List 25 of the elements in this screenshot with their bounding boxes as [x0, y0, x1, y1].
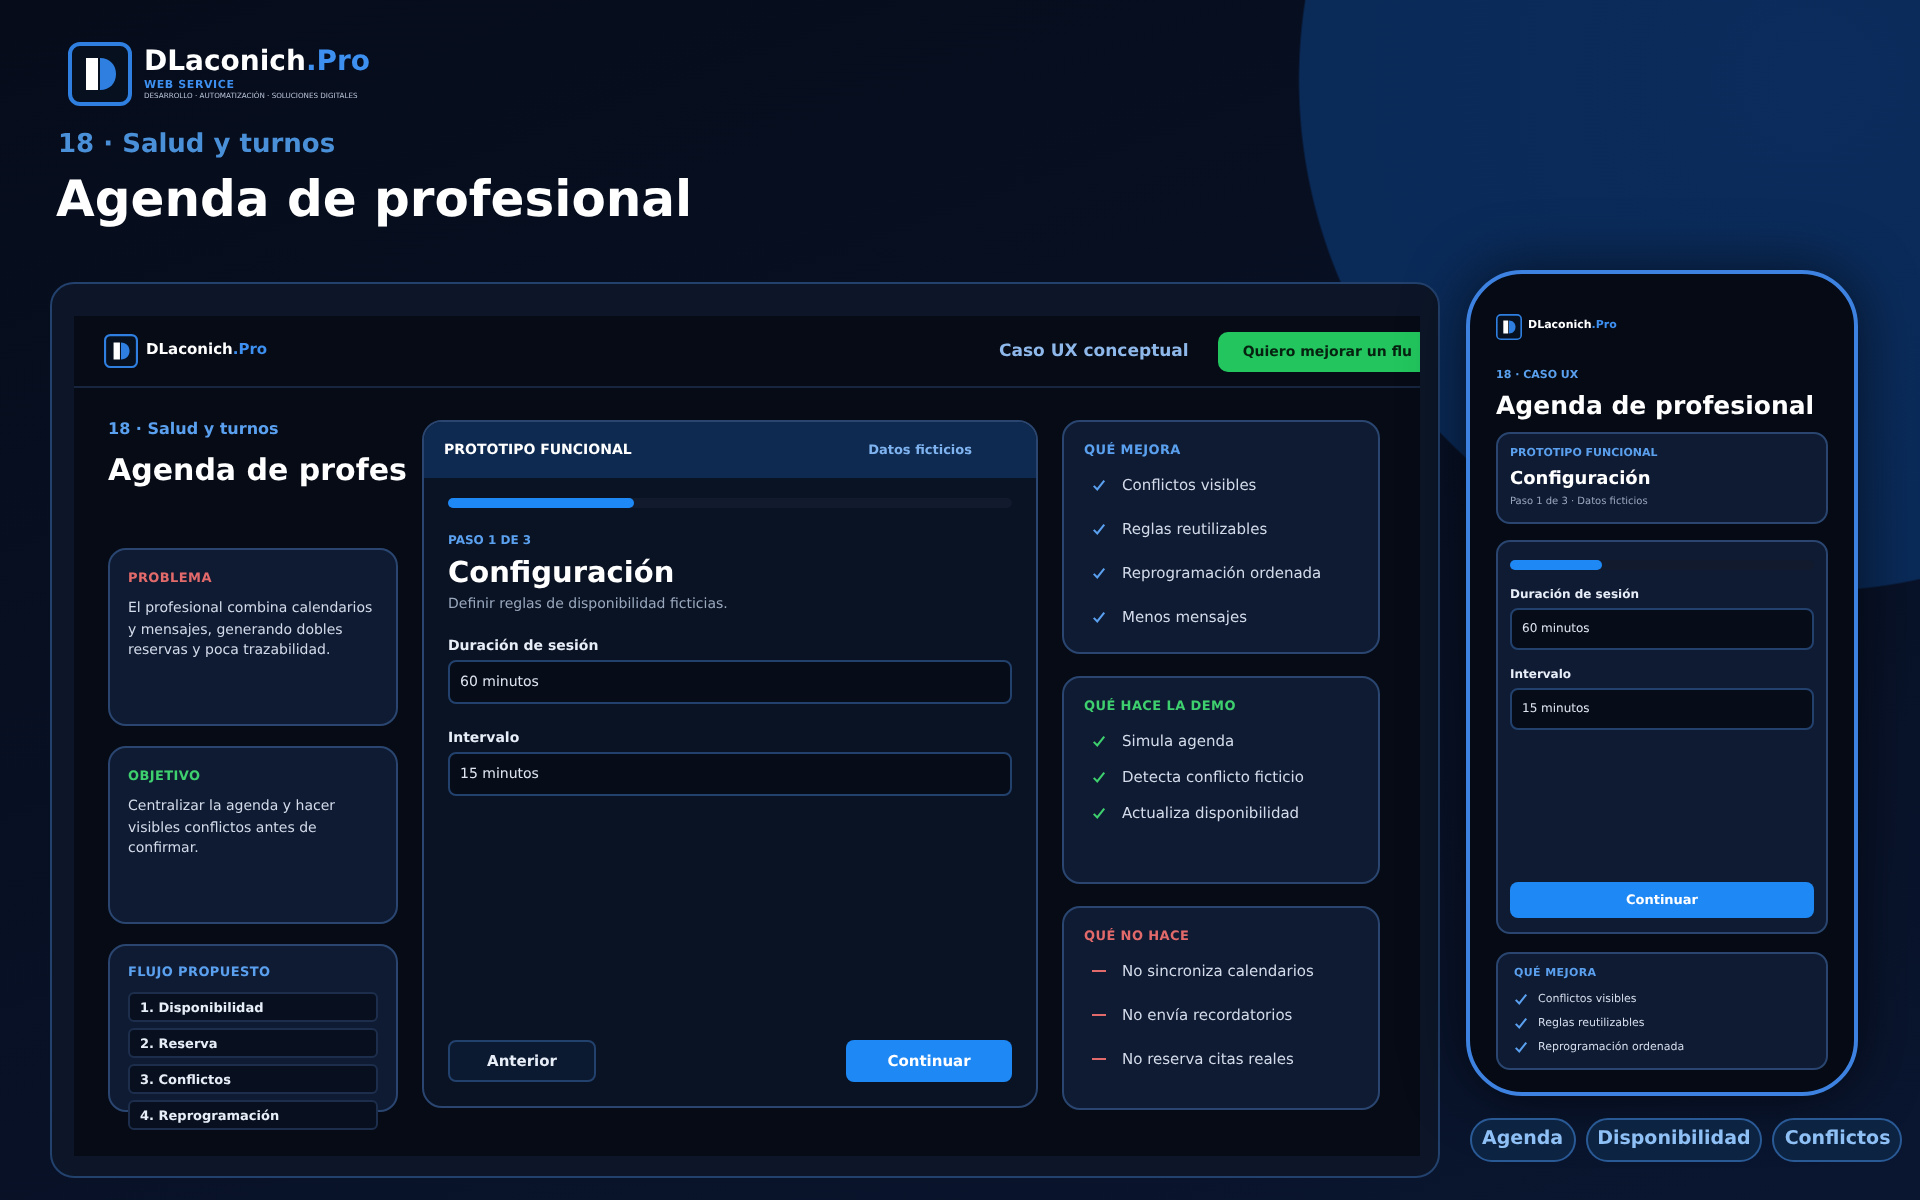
- check-icon: [1092, 734, 1106, 748]
- logo-icon: [1496, 314, 1522, 340]
- tag-chip[interactable]: Conflictos: [1772, 1117, 1903, 1161]
- page-title: Agenda de profesional: [56, 170, 695, 228]
- tag-chip[interactable]: Agenda: [1470, 1117, 1576, 1161]
- dash-icon: [1092, 1057, 1106, 1061]
- check-icon: [1092, 478, 1106, 492]
- step-heading: Configuración: [448, 558, 677, 590]
- check-icon: [1092, 806, 1106, 820]
- dash-icon: [1092, 1013, 1106, 1017]
- check-icon: [1092, 522, 1106, 536]
- dash-icon: [1092, 969, 1106, 973]
- check-icon: [1092, 610, 1106, 624]
- step-heading: Configuración: [1510, 470, 1653, 490]
- section-kicker: 18 · Salud y turnos: [108, 420, 281, 438]
- check-icon: [1092, 770, 1106, 784]
- brand-name: DLaconich.Pro: [144, 48, 371, 79]
- phone-title: Agenda de profesional: [1496, 390, 1817, 420]
- screen-title: Agenda de profes: [108, 452, 407, 488]
- check-icon: [1092, 566, 1106, 580]
- nav-link[interactable]: Caso UX conceptual: [999, 341, 1189, 361]
- section-kicker: 18 · Salud y turnos: [58, 130, 338, 160]
- tag-chip[interactable]: Disponibilidad: [1585, 1117, 1763, 1161]
- logo-icon: [68, 42, 132, 106]
- logo-icon: [104, 334, 138, 368]
